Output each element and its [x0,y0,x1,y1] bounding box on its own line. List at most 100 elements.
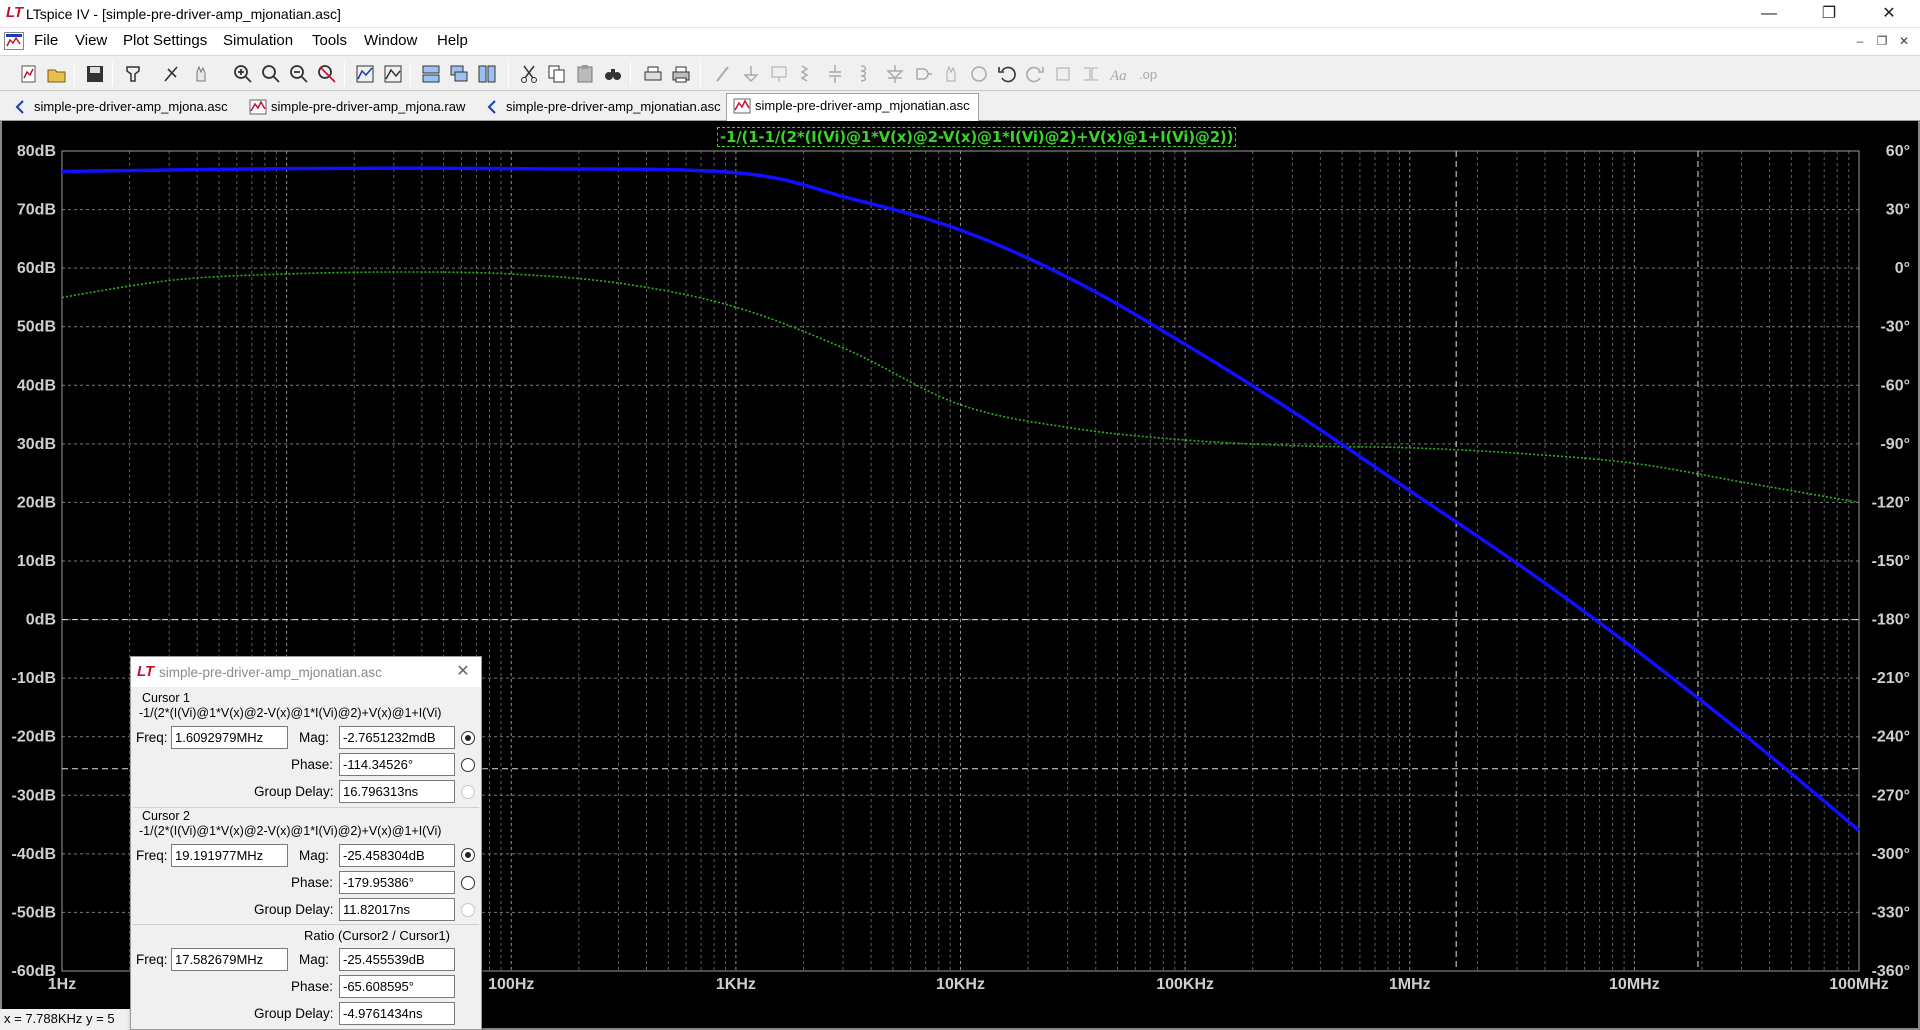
ratio-phase-field[interactable]: -65.608595° [339,975,455,998]
ratio-group-delay-field[interactable]: -4.9761434ns [339,1002,455,1025]
y-left-tick-label: 20dB [17,494,56,511]
document-tab-bar: simple-pre-driver-amp_mjona.asc simple-p… [0,93,1920,121]
y-right-tick-label: -210° [1872,670,1910,687]
cursor2-phase-label: Phase: [291,875,334,890]
document-system-menu-icon[interactable] [4,32,24,50]
cursor1-group-delay-field[interactable]: 16.796313ns [339,780,455,803]
cursor2-group-delay-field[interactable]: 11.82017ns [339,898,455,921]
cursor-window-titlebar[interactable]: LT simple-pre-driver-amp_mjonatian.asc ✕ [131,657,481,687]
ratio-mag-field[interactable]: -25.455539dB [339,948,455,971]
wire-icon [712,63,734,85]
cursor1-freq-field[interactable]: 1.6092979MHz [171,726,288,749]
cascade-icon[interactable] [448,63,470,85]
y-right-tick-label: 60° [1886,143,1910,160]
schematic-icon [487,100,496,114]
close-button[interactable]: ✕ [1860,0,1918,28]
cursor1-heading: Cursor 1 [142,691,190,705]
ratio-freq-field[interactable]: 17.582679MHz [171,948,288,971]
tab-schematic-mjona[interactable]: simple-pre-driver-amp_mjona.asc [6,95,236,120]
cursor2-mag-label: Mag: [299,848,330,863]
tab-waveform-mjona[interactable]: simple-pre-driver-amp_mjona.raw [243,95,473,120]
zoom-out-icon[interactable] [288,63,310,85]
inductor-icon [852,63,874,85]
cursor1-freq-label: Freq: [136,730,168,745]
cursor-window-close-button[interactable]: ✕ [451,661,475,683]
zoom-back-icon[interactable] [260,63,282,85]
rotate-icon [1052,63,1074,85]
window-title: LTspice IV - [simple-pre-driver-amp_mjon… [26,6,341,22]
cursor1-mag-radio[interactable] [461,731,475,745]
run-icon[interactable] [160,63,182,85]
ltspice-logo-icon: LT [137,663,155,680]
y-right-tick-label: -330° [1872,904,1910,921]
cursor2-group-delay-radio[interactable] [461,903,475,917]
manual-limits-icon[interactable] [382,63,404,85]
tab-waveform-mjonatian[interactable]: simple-pre-driver-amp_mjonatian.asc [726,93,979,121]
zoom-fit-icon[interactable] [316,63,338,85]
cursor-readout-window: LT simple-pre-driver-amp_mjonatian.asc ✕… [130,656,482,1030]
tile-vertical-icon[interactable] [476,63,498,85]
menu-window[interactable]: Window [364,32,417,49]
cursor2-expression: -1/(2*(I(Vi)@1*V(x)@2-V(x)@1*I(Vi)@2)+V(… [139,824,442,838]
pan-icon[interactable] [190,63,212,85]
svg-text:Aa: Aa [1109,68,1127,84]
y-right-tick-label: 30° [1886,202,1910,219]
waveform-icon [249,99,267,115]
minimize-button[interactable]: — [1740,0,1798,28]
open-icon[interactable] [46,63,68,85]
print-icon[interactable] [670,63,692,85]
tile-horizontal-icon[interactable] [420,63,442,85]
mdi-restore-button[interactable]: ❐ [1874,33,1890,49]
new-schematic-icon[interactable] [18,63,40,85]
tab-schematic-mjonatian[interactable]: simple-pre-driver-amp_mjonatian.asc [478,95,729,120]
cursor2-freq-field[interactable]: 19.191977MHz [171,844,288,867]
cursor1-phase-radio[interactable] [461,758,475,772]
y-right-tick-label: -180° [1872,612,1910,629]
find-icon[interactable] [602,63,624,85]
cursor1-phase-field[interactable]: -114.34526° [339,753,455,776]
autorange-icon[interactable] [354,63,376,85]
cursor2-phase-field[interactable]: -179.95386° [339,871,455,894]
zoom-in-icon[interactable] [232,63,254,85]
mdi-close-button[interactable]: ✕ [1896,33,1912,49]
paste-icon[interactable] [574,63,596,85]
undo-icon[interactable] [996,63,1018,85]
x-tick-label: 100Hz [488,976,534,993]
copy-icon[interactable] [546,63,568,85]
move-icon [940,63,962,85]
mdi-minimize-button[interactable]: – [1852,33,1868,49]
x-tick-label: 10KHz [936,976,985,993]
cursor2-mag-field[interactable]: -25.458304dB [339,844,455,867]
menu-bar: File View Plot Settings Simulation Tools… [0,28,1920,55]
cursor2-mag-radio[interactable] [461,848,475,862]
y-left-tick-label: 40dB [17,377,56,394]
menu-view[interactable]: View [75,32,107,49]
menu-plot-settings[interactable]: Plot Settings [123,32,207,49]
menu-file[interactable]: File [34,32,58,49]
cursor-window-title: simple-pre-driver-amp_mjonatian.asc [159,665,382,680]
tab-label: simple-pre-driver-amp_mjona.raw [271,99,466,114]
y-left-tick-label: 80dB [17,143,56,160]
ratio-mag-label: Mag: [299,952,330,967]
y-left-tick-label: 70dB [17,202,56,219]
trace-expression-label[interactable]: -1/(1-1/(2*(I(Vi)@1*V(x)@2-V(x)@1*I(Vi)@… [717,127,1237,147]
drag-icon [968,63,990,85]
menu-simulation[interactable]: Simulation [223,32,293,49]
cursor1-group-delay-radio[interactable] [461,785,475,799]
menu-tools[interactable]: Tools [312,32,347,49]
restore-button[interactable]: ❐ [1800,0,1858,28]
print-preview-icon[interactable] [642,63,664,85]
waveform-icon [733,98,751,114]
cut-icon[interactable] [518,63,540,85]
save-icon[interactable] [84,63,106,85]
title-bar: LT LTspice IV - [simple-pre-driver-amp_m… [0,0,1920,28]
ltspice-logo-icon: LT [6,4,24,21]
cursor1-mag-label: Mag: [299,730,330,745]
cursor2-phase-radio[interactable] [461,876,475,890]
control-panel-icon[interactable] [122,63,144,85]
menu-help[interactable]: Help [437,32,468,49]
capacitor-icon [824,63,846,85]
y-left-tick-label: -10dB [12,670,56,687]
cursor2-heading: Cursor 2 [142,809,190,823]
cursor1-mag-field[interactable]: -2.7651232mdB [339,726,455,749]
